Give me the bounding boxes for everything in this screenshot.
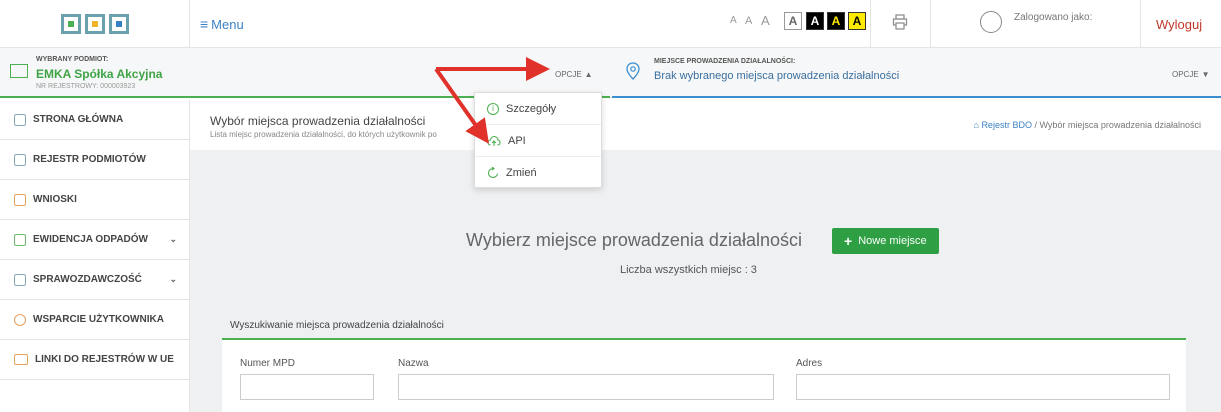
place-label: MIEJSCE PROWADZENIA DZIAŁALNOŚCI:	[654, 58, 796, 65]
place-name: Brak wybranego miejsca prowadzenia dział…	[654, 70, 900, 82]
sidebar-item-label: REJESTR PODMIOTÓW	[33, 154, 146, 165]
inbox-icon	[14, 193, 26, 206]
chevron-down-icon: ⌄	[169, 234, 177, 244]
main-content: Wybierz miejsce prowadzenia działalności…	[190, 150, 1221, 412]
dropdown-item-label: Zmień	[506, 167, 537, 179]
help-icon	[14, 313, 26, 326]
hamburger-icon: ≡	[200, 16, 209, 32]
logged-in-label: Zalogowano jako:	[1014, 12, 1093, 23]
options-label: OPCJE	[1172, 70, 1199, 79]
dropdown-item-change[interactable]: Zmień	[475, 157, 601, 189]
entity-label: WYBRANY PODMIOT:	[36, 56, 109, 63]
places-count: Liczba wszystkich miejsc : 3	[620, 264, 757, 276]
caret-down-icon: ▼	[1201, 70, 1210, 79]
dropdown-item-api[interactable]: API	[475, 125, 601, 157]
logo-square-icon	[84, 14, 105, 34]
breadcrumb-separator: /	[1034, 120, 1037, 130]
info-icon: i	[487, 102, 499, 115]
cube-icon	[14, 153, 26, 166]
entity-name: EMKA Spółka Akcyjna	[36, 67, 163, 81]
logo-square-icon	[108, 14, 129, 34]
name-label: Nazwa	[398, 358, 429, 369]
entity-registry-number: NR REJESTROWY: 000003923	[36, 83, 136, 90]
mpd-number-input[interactable]	[240, 374, 374, 400]
list-icon	[14, 233, 26, 246]
clipboard-icon	[14, 273, 26, 286]
location-pin-icon	[626, 62, 640, 80]
contrast-black-white-button[interactable]: A	[806, 12, 824, 30]
sidebar-item-user-support[interactable]: WSPARCIE UŻYTKOWNIKA	[0, 300, 189, 340]
address-label: Adres	[796, 358, 823, 369]
building-icon	[10, 64, 28, 78]
search-panel-title: Wyszukiwanie miejsca prowadzenia działal…	[230, 320, 444, 331]
breadcrumb-home-link[interactable]: ⌂ Rejestr BDO	[974, 120, 1032, 130]
menu-button[interactable]: ≡ Menu	[200, 16, 244, 32]
font-size-medium-button[interactable]: A	[745, 15, 752, 27]
new-place-label: Nowe miejsce	[858, 235, 927, 247]
sidebar-item-label: EWIDENCJA ODPADÓW	[33, 234, 148, 245]
chevron-down-icon: ⌄	[169, 274, 177, 284]
folder-icon	[14, 354, 28, 365]
selected-entity: WYBRANY PODMIOT: EMKA Spółka Akcyjna NR …	[0, 48, 610, 98]
entity-bar: WYBRANY PODMIOT: EMKA Spółka Akcyjna NR …	[0, 48, 1221, 98]
sidebar: STRONA GŁÓWNA REJESTR PODMIOTÓW WNIOSKI …	[0, 100, 190, 412]
top-bar: ≡ Menu A A A A A A A Zalogowano jako: Wy…	[0, 0, 1221, 48]
divider	[870, 0, 871, 48]
dropdown-item-label: API	[508, 134, 526, 147]
select-place-heading: Wybierz miejsce prowadzenia działalności	[466, 230, 802, 250]
selected-place: MIEJSCE PROWADZENIA DZIAŁALNOŚCI: Brak w…	[612, 48, 1221, 98]
user-avatar-icon	[980, 11, 1002, 33]
dropdown-item-details[interactable]: i Szczegóły	[475, 93, 601, 125]
mpd-number-label: Numer MPD	[240, 358, 296, 369]
divider	[930, 0, 931, 48]
new-place-button[interactable]: + Nowe miejsce	[832, 228, 939, 254]
entity-options-button[interactable]: OPCJE ▲	[555, 70, 593, 79]
page-header: Wybór miejsca prowadzenia działalności L…	[190, 100, 1221, 150]
contrast-yellow-black-button[interactable]: A	[848, 12, 866, 30]
plus-icon: +	[844, 233, 853, 249]
bdo-logo[interactable]	[0, 0, 190, 48]
sidebar-item-waste-records[interactable]: EWIDENCJA ODPADÓW ⌄	[0, 220, 189, 260]
options-dropdown: i Szczegóły API Zmień	[474, 92, 602, 188]
home-icon	[14, 113, 26, 126]
breadcrumb-root: Rejestr BDO	[981, 120, 1032, 130]
cloud-upload-icon	[487, 135, 501, 146]
sidebar-item-entity-register[interactable]: REJESTR PODMIOTÓW	[0, 140, 189, 180]
contrast-black-yellow-button[interactable]: A	[827, 12, 845, 30]
sidebar-item-label: WNIOSKI	[33, 194, 77, 205]
logout-link[interactable]: Wyloguj	[1156, 17, 1202, 32]
breadcrumb: ⌂ Rejestr BDO / Wybór miejsca prowadzeni…	[974, 120, 1202, 130]
font-size-small-button[interactable]: A	[730, 15, 737, 26]
sidebar-item-label: LINKI DO REJESTRÓW W UE	[35, 354, 174, 365]
sidebar-item-label: STRONA GŁÓWNA	[33, 114, 124, 125]
sidebar-item-label: SPRAWOZDAWCZOŚĆ	[33, 274, 142, 285]
contrast-default-button[interactable]: A	[784, 12, 802, 30]
logo-square-icon	[60, 14, 81, 34]
page-subtitle: Lista miejsc prowadzenia działalności, d…	[210, 130, 437, 139]
sidebar-item-home[interactable]: STRONA GŁÓWNA	[0, 100, 189, 140]
address-input[interactable]	[796, 374, 1170, 400]
divider	[1140, 0, 1141, 48]
print-icon[interactable]	[892, 14, 908, 30]
font-size-large-button[interactable]: A	[761, 13, 770, 28]
breadcrumb-current: Wybór miejsca prowadzenia działalności	[1039, 120, 1202, 130]
options-label: OPCJE	[555, 70, 582, 79]
refresh-icon	[487, 167, 499, 179]
dropdown-item-label: Szczegóły	[506, 102, 557, 115]
sidebar-item-label: WSPARCIE UŻYTKOWNIKA	[33, 314, 164, 325]
caret-up-icon: ▲	[584, 70, 593, 79]
place-options-button[interactable]: OPCJE ▼	[1172, 70, 1210, 79]
sidebar-item-reporting[interactable]: SPRAWOZDAWCZOŚĆ ⌄	[0, 260, 189, 300]
search-panel-header: Wyszukiwanie miejsca prowadzenia działal…	[222, 310, 1186, 340]
sidebar-item-applications[interactable]: WNIOSKI	[0, 180, 189, 220]
menu-label: Menu	[211, 16, 244, 32]
sidebar-item-eu-registers[interactable]: LINKI DO REJESTRÓW W UE	[0, 340, 189, 380]
page-title: Wybór miejsca prowadzenia działalności	[210, 114, 426, 128]
search-panel: Numer MPD Nazwa Adres	[222, 340, 1186, 412]
name-input[interactable]	[398, 374, 774, 400]
